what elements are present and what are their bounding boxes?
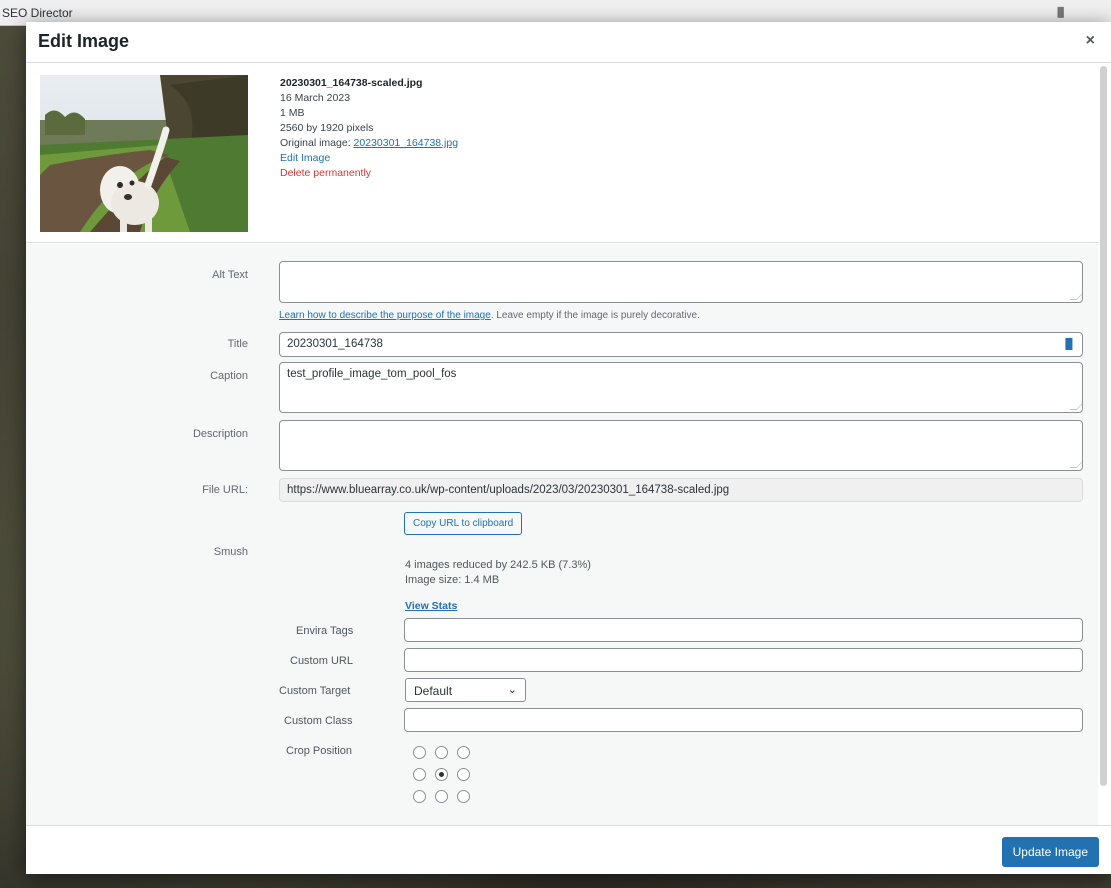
crop-top-center-radio[interactable] (435, 746, 448, 759)
smush-stats: 4 images reduced by 242.5 KB (7.3%) Imag… (405, 558, 591, 588)
copy-url-button[interactable]: Copy URL to clipboard (404, 512, 523, 535)
password-manager-icon[interactable]: ▐▌ (1062, 339, 1076, 350)
custom-class-label: Custom Class (284, 715, 353, 727)
alt-text-label: Alt Text (212, 269, 248, 281)
description-label: Description (192, 428, 248, 440)
title-input[interactable]: 20230301_164738 ▐▌ (279, 332, 1083, 357)
attachment-settings: Alt Text Learn how to describe the purpo… (26, 244, 1098, 825)
envira-tags-input[interactable] (404, 618, 1083, 642)
title-label: Title (227, 338, 248, 350)
attachment-details: 20230301_164738-scaled.jpg 16 March 2023… (26, 63, 1098, 243)
file-name: 20230301_164738-scaled.jpg (280, 77, 423, 89)
crop-center-radio[interactable] (435, 768, 448, 781)
original-image-label: Original image: (280, 137, 354, 149)
modal-header: Edit Image × (26, 22, 1111, 63)
crop-bottom-right-radio[interactable] (457, 790, 470, 803)
caption-value: test_profile_image_tom_pool_fos (287, 368, 457, 380)
crop-center-left-radio[interactable] (413, 768, 426, 781)
background-title: SEO Director (2, 6, 73, 20)
file-url-input[interactable]: https://www.bluearray.co.uk/wp-content/u… (279, 478, 1083, 502)
smush-image-size: Image size: 1.4 MB (405, 574, 500, 586)
original-image-link[interactable]: 20230301_164738.jpg (354, 137, 459, 149)
custom-target-value: Default (414, 684, 453, 698)
image-thumbnail (40, 75, 248, 232)
crop-position-label: Crop Position (286, 745, 353, 757)
envira-tags-label: Envira Tags (296, 625, 354, 637)
custom-target-select[interactable]: Default ⌄ (405, 678, 526, 702)
dimensions: 2560 by 1920 pixels (280, 122, 374, 134)
edit-image-link[interactable]: Edit Image (280, 152, 330, 164)
caption-label: Caption (210, 370, 248, 382)
edit-image-modal: Edit Image × 20230301_164738-scaled.jpg … (26, 22, 1111, 874)
smush-reduction: 4 images reduced by 242.5 KB (7.3%) (405, 559, 591, 571)
custom-class-input[interactable] (404, 708, 1083, 732)
title-value: 20230301_164738 (287, 338, 383, 350)
alt-text-help-link[interactable]: Learn how to describe the purpose of the… (279, 310, 491, 321)
chevron-down-icon: ⌄ (507, 684, 517, 696)
crop-bottom-left-radio[interactable] (413, 790, 426, 803)
file-url-label: File URL: (202, 484, 248, 496)
custom-url-label: Custom URL (290, 655, 353, 667)
modal-body: 20230301_164738-scaled.jpg 16 March 2023… (26, 63, 1098, 825)
upload-date: 16 March 2023 (280, 92, 351, 104)
crop-bottom-center-radio[interactable] (435, 790, 448, 803)
view-stats-link[interactable]: View Stats (405, 600, 457, 612)
delete-permanently-link[interactable]: Delete permanently (280, 167, 371, 179)
alt-text-textarea[interactable] (279, 261, 1084, 303)
modal-title: Edit Image (38, 31, 130, 51)
crop-top-right-radio[interactable] (457, 746, 470, 759)
alt-text-help-text: . Leave empty if the image is purely dec… (490, 310, 700, 321)
background-toolbar-icon: ▐▌ (1054, 7, 1067, 17)
update-image-button[interactable]: Update Image (1001, 837, 1099, 867)
smush-label: Smush (213, 546, 248, 558)
custom-target-label: Custom Target (279, 685, 351, 697)
file-size: 1 MB (280, 107, 305, 119)
original-image-row: Original image: 20230301_164738.jpg (280, 136, 458, 151)
modal-scrollbar[interactable] (1100, 66, 1107, 786)
file-info: 20230301_164738-scaled.jpg 16 March 2023… (280, 76, 458, 181)
crop-center-right-radio[interactable] (457, 768, 470, 781)
alt-text-help: Learn how to describe the purpose of the… (279, 310, 700, 321)
crop-top-left-radio[interactable] (413, 746, 426, 759)
description-textarea[interactable] (279, 420, 1084, 471)
caption-textarea[interactable]: test_profile_image_tom_pool_fos (279, 362, 1084, 413)
custom-url-input[interactable] (404, 648, 1083, 672)
close-icon[interactable]: × (1086, 32, 1095, 50)
modal-footer: Update Image (26, 825, 1111, 874)
